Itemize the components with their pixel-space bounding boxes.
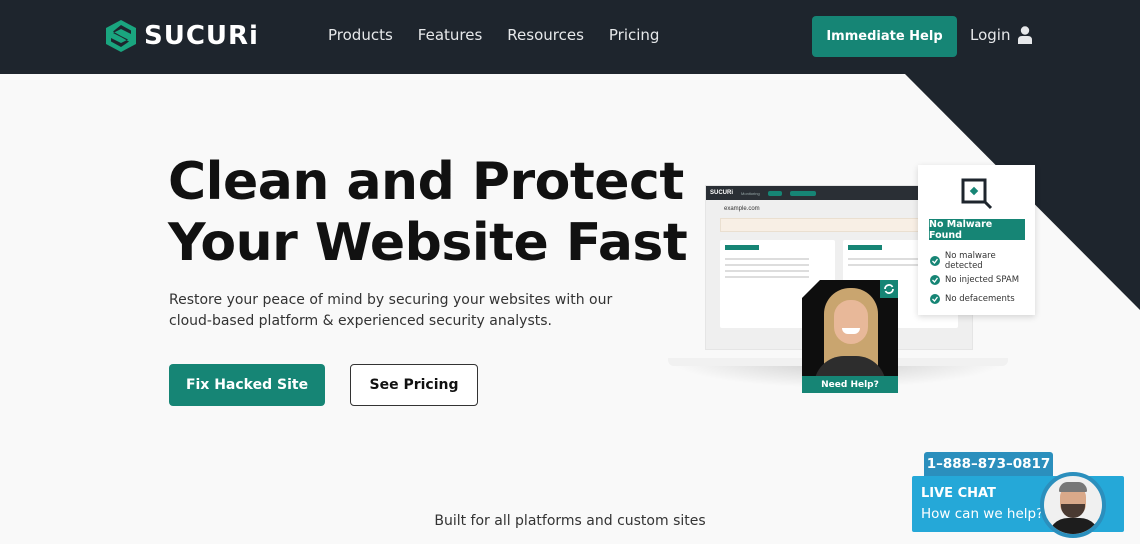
dashboard-pill <box>767 190 782 196</box>
dashboard-line <box>725 276 809 278</box>
check-label: No defacements <box>945 293 1015 304</box>
check-label: No injected SPAM <box>945 274 1020 285</box>
hero-subtitle: Restore your peace of mind by securing y… <box>169 292 613 329</box>
check-item: No malware detected <box>930 250 1035 271</box>
nav-resources[interactable]: Resources <box>507 26 584 44</box>
check-icon <box>930 293 940 304</box>
check-label: No malware detected <box>944 250 996 271</box>
fix-hacked-site-button[interactable]: Fix Hacked Site <box>169 364 325 406</box>
malware-check-list: No malware detected No injected SPAM No … <box>930 251 1035 308</box>
check-icon <box>930 274 940 285</box>
avatar-beard <box>1061 504 1085 518</box>
immediate-help-button[interactable]: Immediate Help <box>812 16 957 57</box>
hero-title-line-1: Clean and Protect <box>168 152 684 212</box>
dashboard-pill-wide <box>789 190 816 196</box>
login-label: Login <box>970 26 1011 44</box>
dashboard-card-tag <box>725 245 759 250</box>
site-header: SUCURi Products Features Resources Prici… <box>0 0 1140 74</box>
nav-features[interactable]: Features <box>418 26 483 44</box>
need-help-agent-card[interactable]: Need Help? <box>802 280 898 393</box>
live-chat-subtitle: How can we help? <box>921 506 1044 522</box>
dashboard-logo: SUCURi <box>710 190 734 196</box>
dashboard-card-tag <box>848 245 882 250</box>
logo-mark-icon <box>106 20 136 52</box>
no-malware-card: No Malware Found No malware detected No … <box>918 165 1035 315</box>
check-item: No defacements <box>930 289 1035 308</box>
agent-face <box>834 300 868 344</box>
phone-number-tab[interactable]: 1–888–873–0817 <box>924 452 1053 476</box>
logo-text: SUCURi <box>144 21 259 51</box>
nav-products[interactable]: Products <box>328 26 393 44</box>
hero-title-line-2: Your Website Fast <box>168 213 688 273</box>
dashboard-active-tab: Monitoring <box>741 190 760 196</box>
refresh-icon <box>880 280 898 298</box>
magnifier-scan-icon <box>961 178 993 210</box>
need-help-label: Need Help? <box>802 376 898 393</box>
dashboard-line <box>725 270 809 272</box>
see-pricing-button[interactable]: See Pricing <box>350 364 478 406</box>
sucuri-logo[interactable]: SUCURi <box>106 20 259 52</box>
chat-agent-avatar[interactable] <box>1040 472 1106 538</box>
nav-pricing[interactable]: Pricing <box>609 26 660 44</box>
avatar-body <box>1048 518 1100 534</box>
avatar-hair <box>1059 482 1087 492</box>
main-nav: Products Features Resources Pricing <box>328 26 659 44</box>
live-chat-title: LIVE CHAT <box>921 486 996 501</box>
no-malware-status: No Malware Found <box>929 219 1025 241</box>
user-icon <box>1018 26 1033 44</box>
dashboard-line <box>725 258 809 260</box>
login-link[interactable]: Login <box>970 26 1033 44</box>
dashboard-line <box>725 264 809 266</box>
check-item: No injected SPAM <box>930 270 1035 289</box>
hero-title: Clean and Protect Your Website Fast <box>168 152 688 274</box>
check-icon <box>930 255 940 266</box>
